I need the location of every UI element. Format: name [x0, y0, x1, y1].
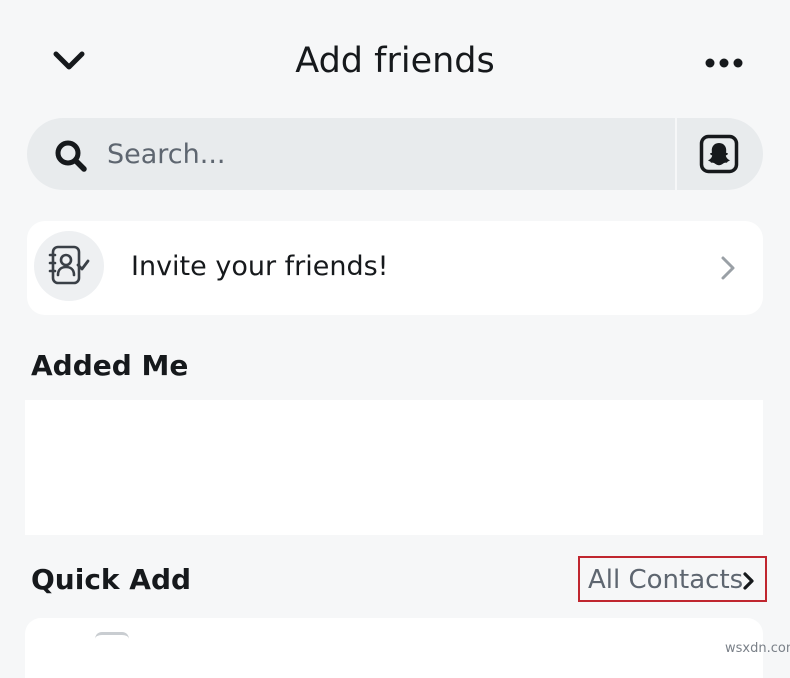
- invite-friends-label: Invite your friends!: [131, 251, 389, 282]
- watermark: wsxdn.com: [725, 641, 790, 656]
- header: Add friends: [0, 0, 790, 118]
- quick-add-section-title: Quick Add: [31, 563, 192, 596]
- added-me-section-title: Added Me: [31, 349, 189, 382]
- more-horizontal-icon: [705, 58, 743, 68]
- contacts-check-icon: [48, 245, 90, 285]
- invite-friends-row[interactable]: Invite your friends!: [27, 221, 763, 315]
- avatar: [95, 632, 129, 639]
- search-input[interactable]: [107, 134, 667, 174]
- added-me-list: [25, 400, 763, 535]
- quick-add-list: [25, 618, 763, 678]
- snapcode-icon: [699, 134, 739, 174]
- all-contacts-link[interactable]: All Contacts: [578, 556, 767, 602]
- page-title: Add friends: [295, 41, 495, 81]
- search-icon: [55, 140, 87, 172]
- invite-icon-container: [34, 231, 104, 301]
- all-contacts-label: All Contacts: [588, 565, 744, 595]
- more-options-button[interactable]: [698, 48, 750, 78]
- search-divider: [675, 118, 677, 190]
- snapcode-button[interactable]: [697, 132, 741, 176]
- search-bar[interactable]: [27, 118, 763, 190]
- chevron-right-icon: [743, 572, 754, 590]
- chevron-right-icon: [721, 256, 735, 280]
